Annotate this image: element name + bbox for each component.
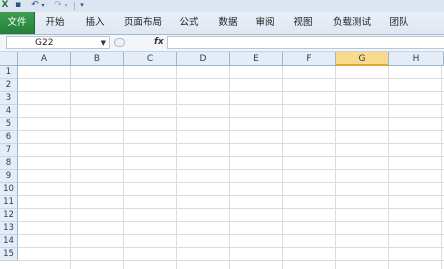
tab-team[interactable]: 团队 xyxy=(382,14,416,32)
tab-view[interactable]: 视图 xyxy=(286,14,320,32)
excel-window: X ▪ ↶ ▾ ↷ ▾ ▾ 文件 开始 插入 页面布局 公式 数据 审阅 视图 … xyxy=(0,0,444,269)
row-header-15[interactable]: 15 xyxy=(0,248,18,261)
row-header-8[interactable]: 8 xyxy=(0,157,18,170)
tab-page-layout[interactable]: 页面布局 xyxy=(118,14,168,32)
column-header-f[interactable]: F xyxy=(283,52,336,66)
row-header-12[interactable]: 12 xyxy=(0,209,18,222)
insert-function-icon[interactable]: fx xyxy=(154,36,164,49)
column-header-h[interactable]: H xyxy=(389,52,444,66)
chevron-down-icon[interactable]: ▼ xyxy=(101,37,106,50)
column-header-c[interactable]: C xyxy=(124,52,177,66)
row-header-5[interactable]: 5 xyxy=(0,118,18,131)
column-header-d[interactable]: D xyxy=(177,52,230,66)
tab-file[interactable]: 文件 xyxy=(0,12,35,34)
column-header-e[interactable]: E xyxy=(230,52,283,66)
row-header-7[interactable]: 7 xyxy=(0,144,18,157)
tab-insert[interactable]: 插入 xyxy=(78,14,112,32)
customize-toolbar-icon[interactable]: ▾ xyxy=(78,0,86,11)
tab-data[interactable]: 数据 xyxy=(211,14,245,32)
row-header-2[interactable]: 2 xyxy=(0,79,18,92)
row-header-10[interactable]: 10 xyxy=(0,183,18,196)
undo-dropdown-icon[interactable]: ▾ xyxy=(40,0,46,11)
tab-home[interactable]: 开始 xyxy=(38,14,72,32)
tab-load-test[interactable]: 负载测试 xyxy=(327,14,377,32)
row-header-4[interactable]: 4 xyxy=(0,105,18,118)
row-header-3[interactable]: 3 xyxy=(0,92,18,105)
tab-formulas[interactable]: 公式 xyxy=(172,14,206,32)
column-header-a[interactable]: A xyxy=(18,52,71,66)
quick-access-toolbar: X ▪ ↶ ▾ ↷ ▾ ▾ xyxy=(0,0,444,12)
cell-area[interactable] xyxy=(18,66,444,269)
worksheet-grid: A B C D E F G H 1 2 3 4 5 6 7 8 9 10 11 … xyxy=(0,52,444,269)
select-all-corner[interactable] xyxy=(0,52,18,66)
ribbon-tab-bar: 文件 开始 插入 页面布局 公式 数据 审阅 视图 负载测试 团队 xyxy=(0,12,444,35)
column-header-g[interactable]: G xyxy=(336,52,389,66)
name-box[interactable]: G22 ▼ xyxy=(6,36,110,49)
row-header-14[interactable]: 14 xyxy=(0,235,18,248)
formula-input[interactable] xyxy=(167,36,444,49)
row-header-11[interactable]: 11 xyxy=(0,196,18,209)
toolbar-separator xyxy=(74,2,75,10)
row-header-9[interactable]: 9 xyxy=(0,170,18,183)
undo-icon[interactable]: ↶ xyxy=(30,0,40,11)
excel-icon: X xyxy=(1,0,9,10)
row-header-13[interactable]: 13 xyxy=(0,222,18,235)
redo-icon[interactable]: ↷ xyxy=(53,0,63,11)
name-box-value: G22 xyxy=(35,38,54,48)
formula-bar-resize-icon[interactable] xyxy=(114,38,125,47)
row-header-6[interactable]: 6 xyxy=(0,131,18,144)
column-header-b[interactable]: B xyxy=(71,52,124,66)
tab-review[interactable]: 审阅 xyxy=(248,14,282,32)
formula-bar: G22 ▼ fx xyxy=(0,35,444,52)
redo-dropdown-icon[interactable]: ▾ xyxy=(63,0,69,11)
save-icon[interactable]: ▪ xyxy=(13,0,23,11)
row-header-1[interactable]: 1 xyxy=(0,66,18,79)
